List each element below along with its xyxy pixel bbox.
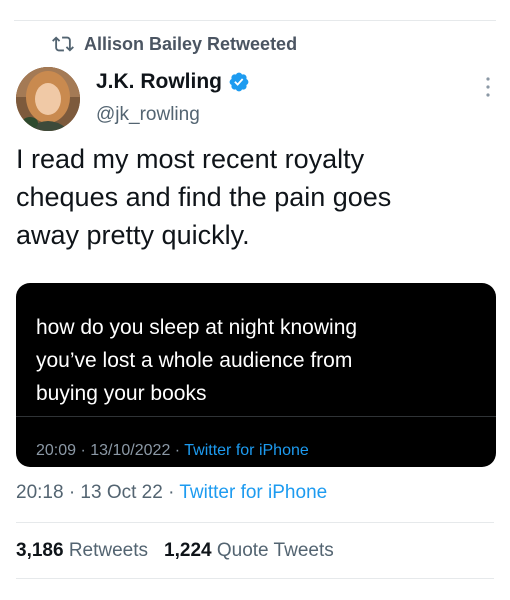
retweet-context[interactable]: Allison Bailey Retweeted xyxy=(52,33,297,55)
retweets-stat[interactable]: 3,186 Retweets xyxy=(16,540,148,562)
retweet-label: Allison Bailey Retweeted xyxy=(84,33,298,54)
quoted-source-link[interactable]: Twitter for iPhone xyxy=(184,442,309,459)
quoted-timestamp: 20:09 · 13/10/2022 · xyxy=(36,442,185,459)
quote-tweets-stat[interactable]: 1,224 Quote Tweets xyxy=(164,540,334,562)
top-divider xyxy=(14,20,496,21)
tweet-text: I read my most recent royalty cheques an… xyxy=(16,144,392,250)
avatar-image xyxy=(16,67,80,131)
avatar[interactable] xyxy=(16,67,80,131)
engagement-stats: 3,186 Retweets 1,224 Quote Tweets xyxy=(16,540,334,562)
author-name[interactable]: J.K. Rowling xyxy=(96,70,222,94)
verified-badge-icon xyxy=(229,72,249,92)
retweet-icon xyxy=(52,36,74,52)
tweet-meta: 20:18 · 13 Oct 22 · Twitter for iPhone xyxy=(16,482,327,504)
quoted-tweet-text: how do you sleep at night knowing you’ve… xyxy=(36,316,358,405)
tweet-timestamp[interactable]: 20:18 · 13 Oct 22 · xyxy=(16,482,179,503)
stats-divider-bottom xyxy=(16,578,494,579)
retweets-label: Retweets xyxy=(68,540,149,561)
more-options-icon[interactable] xyxy=(484,76,492,98)
quoted-tweet-card[interactable]: how do you sleep at night knowing you’ve… xyxy=(16,283,496,467)
stats-divider-top xyxy=(16,522,494,523)
author-name-row[interactable]: J.K. Rowling xyxy=(96,70,250,94)
retweets-count: 3,186 xyxy=(16,540,64,561)
quote-tweets-label: Quote Tweets xyxy=(216,540,334,561)
tweet-source-link[interactable]: Twitter for iPhone xyxy=(179,482,327,503)
quoted-divider xyxy=(16,416,496,417)
quote-tweets-count: 1,224 xyxy=(164,540,212,561)
author-handle[interactable]: @jk_rowling xyxy=(96,104,200,126)
quoted-tweet-meta: 20:09 · 13/10/2022 · Twitter for iPhone xyxy=(36,442,309,460)
